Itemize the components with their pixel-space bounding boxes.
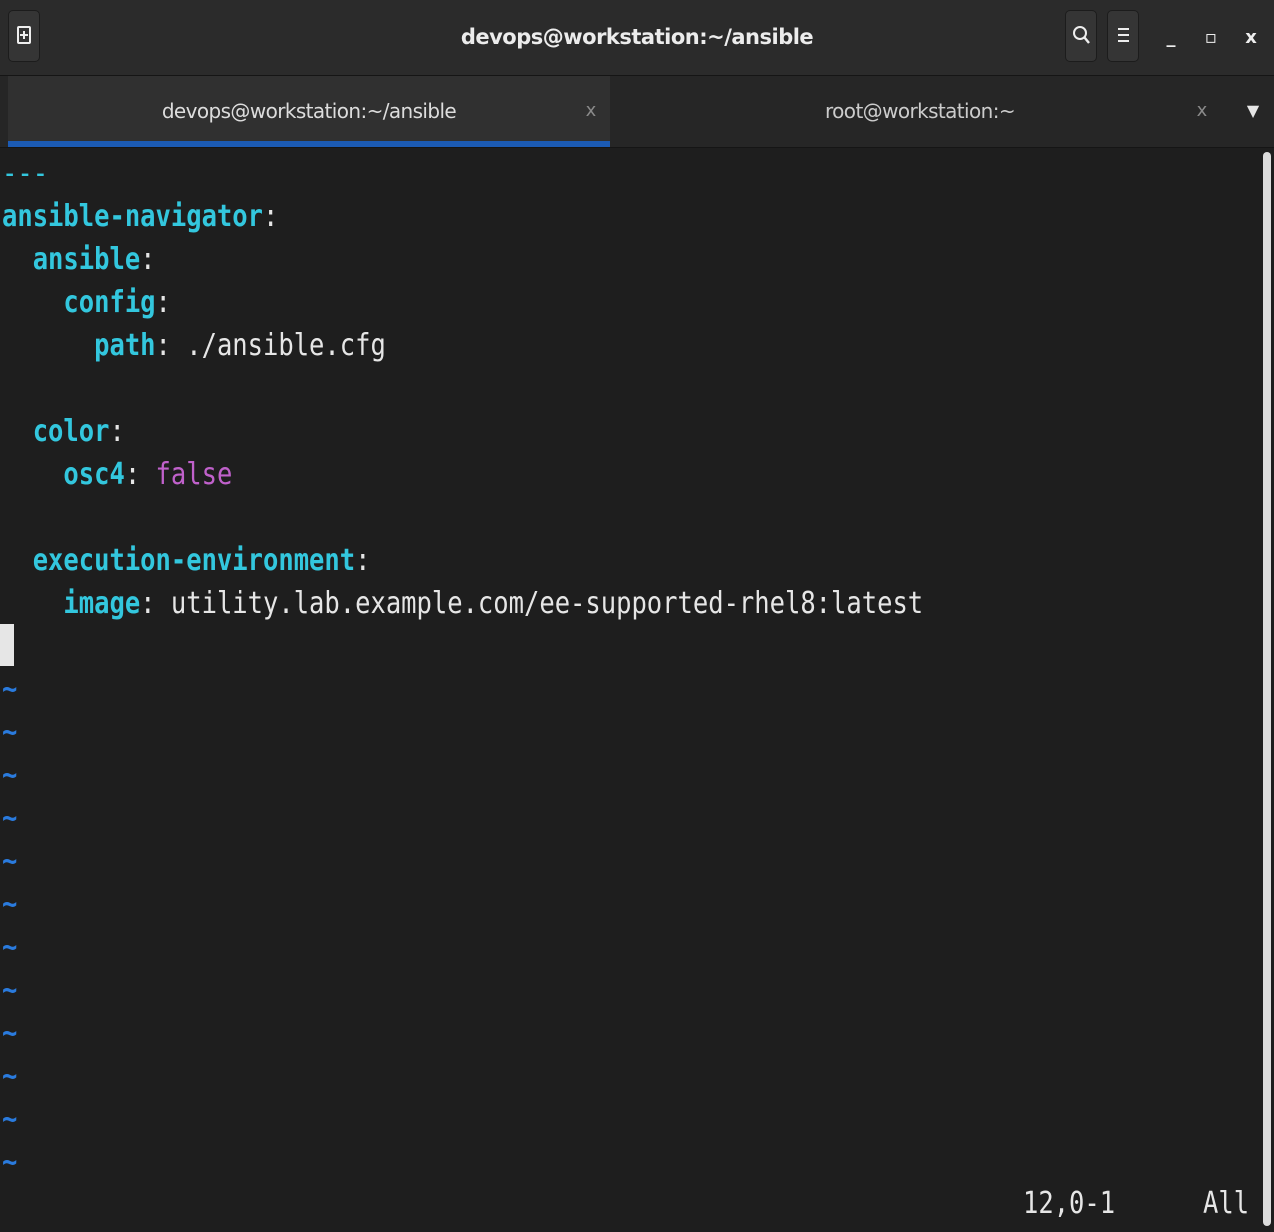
- empty-line-marker: ~: [2, 844, 18, 879]
- empty-line-marker: ~: [2, 930, 18, 965]
- minimize-icon: _: [1166, 26, 1176, 48]
- tab-close-icon[interactable]: x: [579, 76, 603, 142]
- search-button[interactable]: [1065, 10, 1097, 62]
- tab-close-icon[interactable]: x: [1190, 76, 1214, 142]
- header-bar: devops@workstation:~/ansible _ ▫ x: [0, 0, 1274, 76]
- editor-line: color:: [32, 414, 125, 449]
- hamburger-menu-icon: [1118, 28, 1129, 42]
- terminal-window: devops@workstation:~/ansible _ ▫ x devop…: [0, 0, 1274, 1232]
- scrollbar-thumb[interactable]: [1263, 152, 1271, 1226]
- close-icon: x: [1245, 26, 1257, 48]
- empty-line-marker: ~: [2, 672, 18, 707]
- tab-list-dropdown-icon[interactable]: ▼: [1238, 76, 1268, 146]
- empty-line-marker: ~: [2, 758, 18, 793]
- tab-bar: devops@workstation:~/ansible x root@work…: [0, 76, 1274, 148]
- maximize-button[interactable]: ▫: [1196, 20, 1226, 54]
- empty-line-marker: ~: [2, 801, 18, 836]
- empty-line-marker: ~: [2, 973, 18, 1008]
- editor-line: path: ./ansible.cfg: [94, 328, 386, 363]
- menu-button[interactable]: [1107, 10, 1139, 62]
- new-tab-icon: [17, 26, 31, 44]
- empty-line-marker: ~: [2, 715, 18, 750]
- maximize-icon: ▫: [1204, 26, 1218, 48]
- tab-devops-ansible[interactable]: devops@workstation:~/ansible x: [8, 76, 610, 147]
- tab-label: devops@workstation:~/ansible: [161, 99, 457, 123]
- empty-line-marker: ~: [2, 1145, 18, 1180]
- terminal-content[interactable]: --- ansible-navigator: ansible: config: …: [0, 148, 1274, 1232]
- minimize-button[interactable]: _: [1156, 20, 1186, 54]
- scroll-position-status: All: [1203, 1186, 1250, 1221]
- empty-line-marker: ~: [2, 1102, 18, 1137]
- empty-line-marker: ~: [2, 887, 18, 922]
- tab-label: root@workstation:~: [824, 99, 1016, 123]
- editor-line: image: utility.lab.example.com/ee-suppor…: [63, 586, 924, 621]
- search-icon: [1073, 26, 1090, 44]
- editor-line: ansible-navigator:: [2, 199, 279, 234]
- cursor-position-status: 12,0-1: [1023, 1186, 1116, 1221]
- empty-line-marker: ~: [2, 1059, 18, 1094]
- editor-line: ---: [2, 156, 49, 191]
- editor-line: config:: [63, 285, 171, 320]
- new-tab-button[interactable]: [8, 10, 40, 62]
- editor-line: osc4: false: [63, 457, 233, 492]
- empty-line-marker: ~: [2, 1016, 18, 1051]
- text-cursor: [0, 624, 14, 666]
- editor-line: execution-environment:: [32, 543, 371, 578]
- close-button[interactable]: x: [1236, 20, 1266, 54]
- tab-root-workstation[interactable]: root@workstation:~ x: [612, 76, 1228, 147]
- editor-line: ansible:: [32, 242, 156, 277]
